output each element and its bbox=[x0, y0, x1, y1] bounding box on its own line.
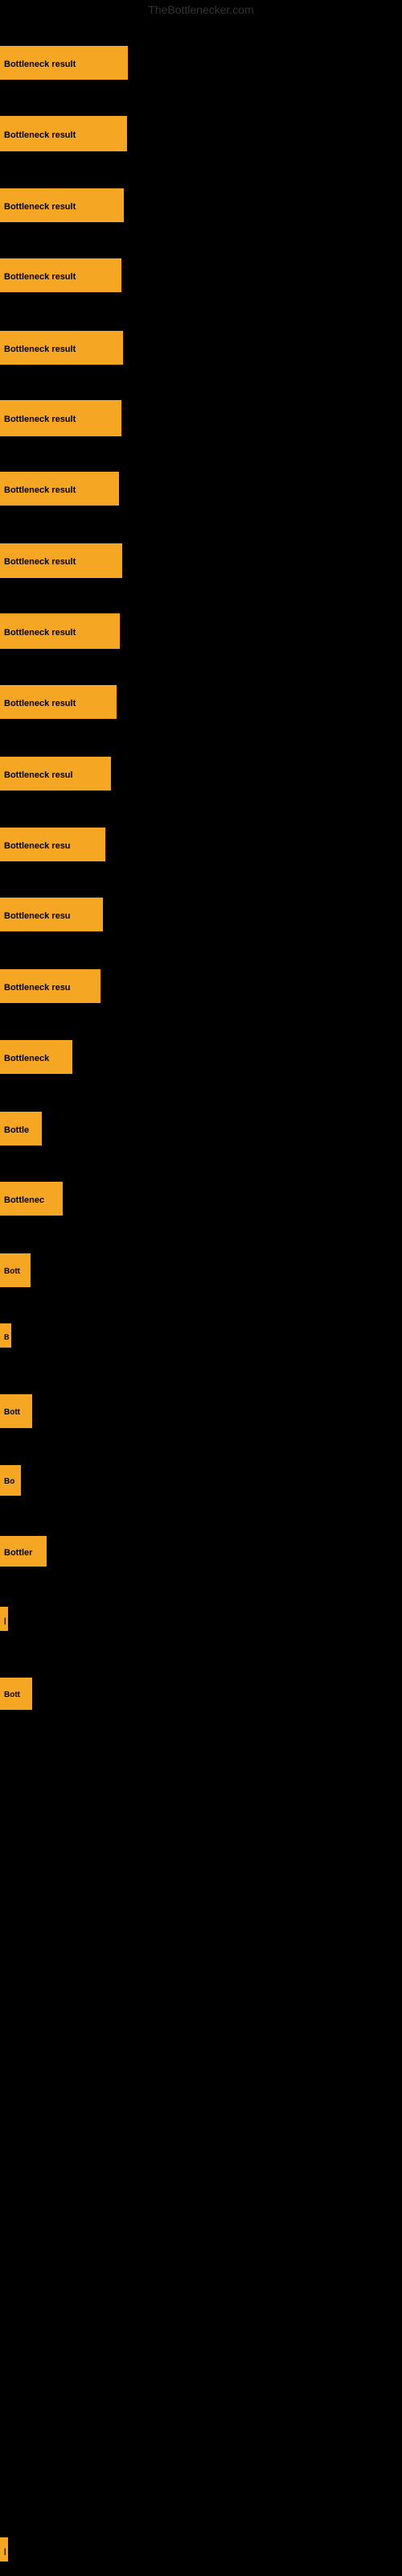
bottleneck-badge-23: | bbox=[0, 1607, 8, 1631]
bottleneck-badge-12: Bottleneck resu bbox=[0, 828, 105, 861]
bottleneck-badge-16: Bottle bbox=[0, 1112, 42, 1146]
bottleneck-badge-6: Bottleneck result bbox=[0, 400, 121, 436]
bottleneck-badge-13: Bottleneck resu bbox=[0, 898, 103, 931]
bottleneck-badge-24: Bott bbox=[0, 1678, 32, 1710]
bottleneck-badge-20: Bott bbox=[0, 1394, 32, 1428]
bottleneck-badge-18: Bott bbox=[0, 1253, 31, 1287]
bottleneck-badge-8: Bottleneck result bbox=[0, 543, 122, 578]
bottleneck-badge-15: Bottleneck bbox=[0, 1040, 72, 1074]
bottleneck-badge-21: Bo bbox=[0, 1465, 21, 1496]
bottleneck-badge-4: Bottleneck result bbox=[0, 258, 121, 292]
bottleneck-badge-17: Bottlenec bbox=[0, 1182, 63, 1216]
bottleneck-badge-5: Bottleneck result bbox=[0, 331, 123, 365]
bottleneck-badge-14: Bottleneck resu bbox=[0, 969, 100, 1003]
bottleneck-badge-10: Bottleneck result bbox=[0, 685, 117, 719]
bottleneck-badge-25: | bbox=[0, 2537, 8, 2562]
bottleneck-badge-1: Bottleneck result bbox=[0, 46, 128, 80]
bottleneck-badge-2: Bottleneck result bbox=[0, 116, 127, 151]
bottleneck-badge-22: Bottler bbox=[0, 1536, 47, 1567]
bottleneck-badge-19: B bbox=[0, 1323, 11, 1348]
bottleneck-badge-3: Bottleneck result bbox=[0, 188, 124, 222]
bottleneck-badge-11: Bottleneck resul bbox=[0, 757, 111, 791]
bottleneck-badge-7: Bottleneck result bbox=[0, 472, 119, 506]
bottleneck-badge-9: Bottleneck result bbox=[0, 613, 120, 649]
site-title: TheBottlenecker.com bbox=[0, 0, 402, 19]
